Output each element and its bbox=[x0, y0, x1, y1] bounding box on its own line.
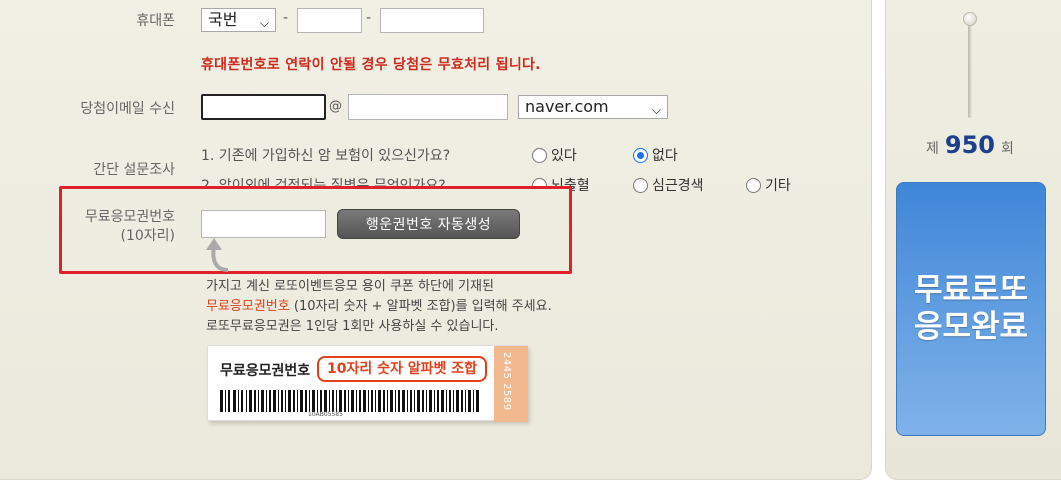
phone-part3-input[interactable] bbox=[380, 8, 484, 33]
round-indicator: 제 950 회 bbox=[926, 131, 1014, 159]
survey-q2-option-3[interactable]: 기타 bbox=[746, 175, 791, 195]
barcode-icon bbox=[220, 390, 479, 412]
phone-warning-text: 휴대폰번호로 연락이 안될 경우 당첨은 무효처리 됩니다. bbox=[201, 57, 541, 73]
radio-checked-icon bbox=[633, 147, 648, 163]
survey-label: 간단 설문조사 bbox=[93, 162, 175, 178]
phone-prefix-select[interactable]: 국번 ⌵ bbox=[201, 8, 276, 32]
survey-q2-option-2-label: 심근경색 bbox=[652, 178, 704, 194]
survey-q1-option-yes-label: 있다 bbox=[551, 148, 577, 164]
chevron-down-icon: ⌵ bbox=[259, 16, 269, 30]
survey-q1-text: 1. 기존에 가입하신 암 보험이 있으신가요? bbox=[201, 148, 451, 164]
radio-icon bbox=[633, 177, 648, 193]
coupon-info-line2: 무료응모권번호 (10자리 숫자 + 알파벳 조합)를 입력해 주세요. bbox=[206, 295, 552, 314]
email-id-input[interactable] bbox=[201, 94, 326, 120]
coupon-info-line1: 가지고 계신 로또이벤트응모 용이 쿠폰 하단에 기재된 bbox=[206, 279, 494, 294]
survey-q2-option-2[interactable]: 심근경색 bbox=[633, 175, 704, 195]
phone-label: 휴대폰 bbox=[136, 13, 175, 29]
phone-prefix-value: 국번 bbox=[208, 10, 238, 29]
survey-q2-option-3-label: 기타 bbox=[765, 178, 791, 194]
email-domain-select[interactable]: naver.com ⌵ bbox=[518, 95, 668, 119]
slider-track[interactable] bbox=[968, 14, 972, 118]
survey-q1-option-yes[interactable]: 있다 bbox=[532, 145, 577, 165]
round-suffix: 회 bbox=[1001, 141, 1014, 157]
coupon-info-line3: 로또무료응모권은 1인당 1회만 사용하실 수 있습니다. bbox=[206, 319, 499, 334]
round-number: 950 bbox=[944, 131, 995, 159]
email-label: 당첨이메일 수신 bbox=[80, 101, 175, 117]
submit-line1: 무료로또 bbox=[913, 272, 1029, 308]
email-domain-value: naver.com bbox=[525, 97, 609, 116]
phone-dash-1: - bbox=[283, 10, 289, 26]
ticket-illustration: 2445 2589 무료응모권번호 10자리 숫자 알파벳 조합 10AB055… bbox=[207, 345, 528, 422]
radio-icon bbox=[746, 177, 761, 193]
coupon-info-highlight: 무료응모권번호 bbox=[206, 299, 290, 314]
submit-line2: 응모완료 bbox=[913, 309, 1029, 345]
survey-q1-option-no[interactable]: 없다 bbox=[633, 145, 678, 165]
phone-part2-input[interactable] bbox=[297, 8, 362, 33]
chevron-down-icon: ⌵ bbox=[651, 103, 661, 117]
round-prefix: 제 bbox=[926, 141, 939, 157]
email-at-sign: @ bbox=[329, 99, 342, 114]
survey-q1-option-no-label: 없다 bbox=[652, 148, 678, 164]
slider-handle[interactable] bbox=[963, 12, 977, 26]
ticket-stripe-number: 2445 2589 bbox=[501, 352, 512, 411]
ticket-label: 무료응모권번호 bbox=[220, 363, 311, 379]
radio-icon bbox=[532, 147, 547, 163]
ticket-barcode-number: 10AB05585 bbox=[308, 411, 343, 418]
coupon-info-rest: (10자리 숫자 + 알파벳 조합)를 입력해 주세요. bbox=[289, 299, 552, 314]
curved-arrow-icon bbox=[206, 238, 229, 272]
highlight-frame bbox=[59, 186, 572, 274]
submit-entry-button[interactable]: 무료로또 응모완료 bbox=[896, 182, 1046, 436]
phone-dash-2: - bbox=[366, 10, 372, 26]
email-domain-input[interactable] bbox=[348, 94, 508, 120]
ticket-pill: 10자리 숫자 알파벳 조합 bbox=[317, 356, 488, 382]
